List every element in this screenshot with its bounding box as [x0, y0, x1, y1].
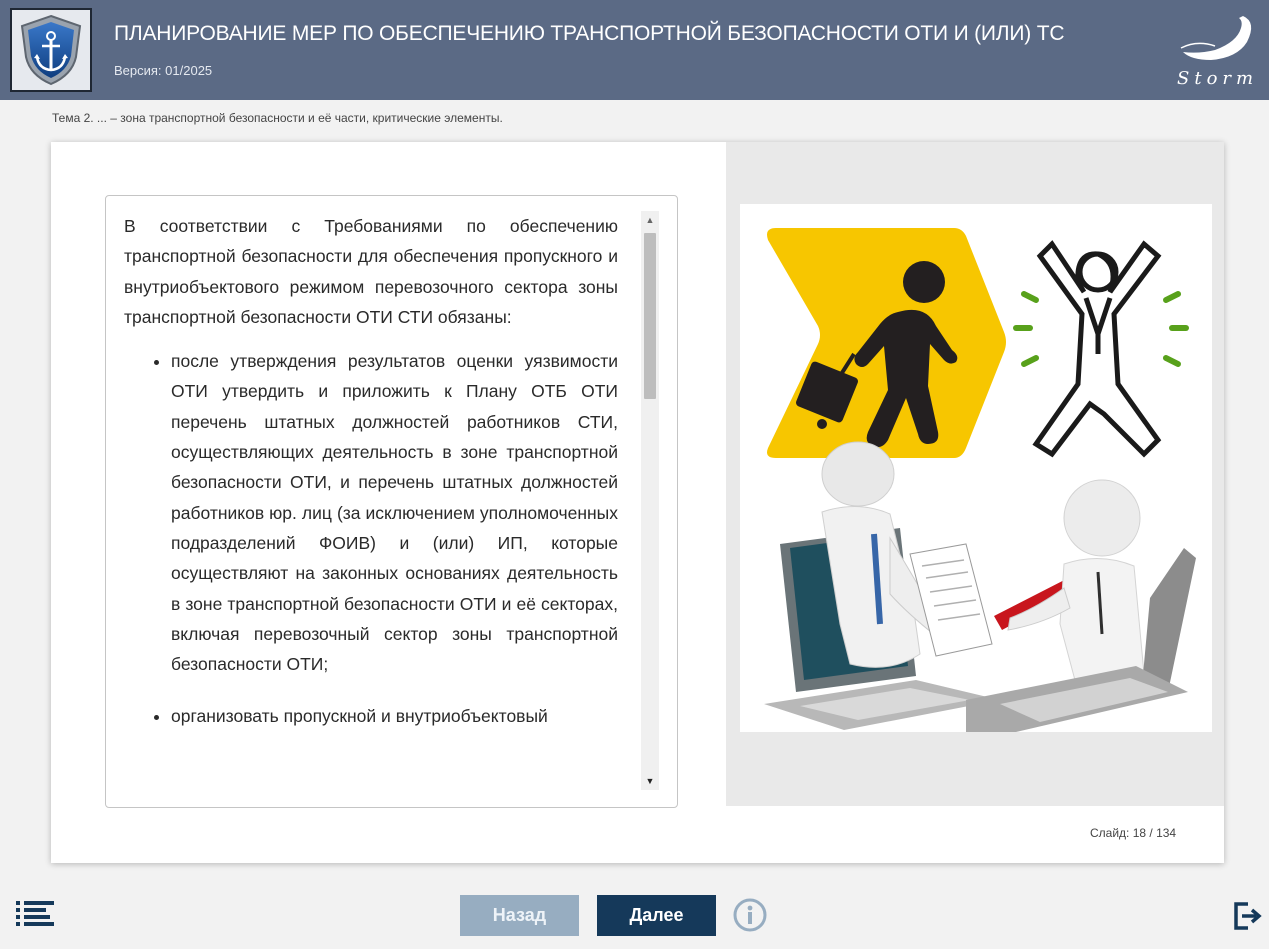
- storm-brand-logo: Storm: [1177, 16, 1258, 89]
- scrollable-text-box[interactable]: В соответствии с Требованиями по обеспеч…: [105, 195, 678, 808]
- info-icon: [733, 898, 767, 932]
- illustration-image: [740, 204, 1212, 732]
- topic-breadcrumb: Тема 2. ... – зона транспортной безопасн…: [52, 111, 503, 125]
- scroll-thumb[interactable]: [644, 233, 656, 399]
- scroll-up-arrow[interactable]: ▲: [641, 211, 659, 229]
- scroll-down-arrow[interactable]: ▼: [641, 772, 659, 790]
- laptop-document-exchange-illustration: [764, 441, 1196, 732]
- text-content: В соответствии с Требованиями по обеспеч…: [124, 211, 618, 754]
- list-item: после утверждения результатов оценки уяз…: [171, 346, 618, 679]
- brand-text: Storm: [1177, 68, 1258, 89]
- exit-icon: [1234, 902, 1262, 930]
- next-button[interactable]: Далее: [597, 895, 716, 936]
- bullet-list: после утверждения результатов оценки уяз…: [124, 346, 618, 732]
- illustration-panel: [726, 142, 1224, 806]
- exit-button[interactable]: [1232, 901, 1262, 931]
- intro-paragraph: В соответствии с Требованиями по обеспеч…: [124, 216, 618, 327]
- slide-panel: В соответствии с Требованиями по обеспеч…: [51, 142, 1224, 863]
- list-item: организовать пропускной и внутриобъектов…: [171, 701, 618, 731]
- back-button[interactable]: Назад: [460, 895, 579, 936]
- logo: [10, 8, 92, 92]
- anchor-shield-icon: [20, 14, 82, 86]
- menu-list-icon: [16, 901, 54, 926]
- scrollbar[interactable]: ▲ ▼: [641, 211, 659, 790]
- app-header: ПЛАНИРОВАНИЕ МЕР ПО ОБЕСПЕЧЕНИЮ ТРАНСПОР…: [0, 0, 1269, 100]
- course-title: ПЛАНИРОВАНИЕ МЕР ПО ОБЕСПЕЧЕНИЮ ТРАНСПОР…: [114, 22, 1065, 45]
- slide-counter: Слайд: 18 / 134: [1090, 826, 1177, 840]
- security-person-icon: [1032, 240, 1162, 458]
- version-label: Версия: 01/2025: [114, 63, 213, 78]
- info-button[interactable]: [733, 898, 767, 932]
- menu-button[interactable]: [16, 900, 56, 928]
- traveler-with-suitcase-icon: [767, 228, 1006, 458]
